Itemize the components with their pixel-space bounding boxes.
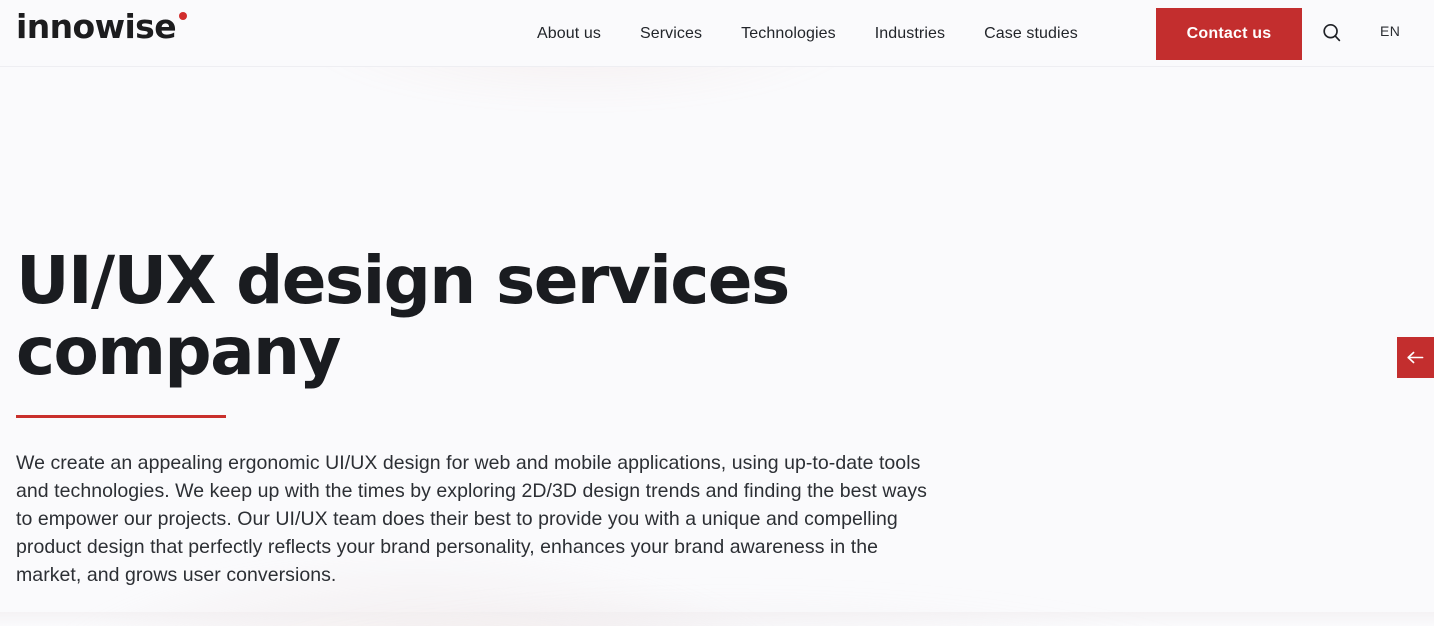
- logo-dot-icon: [179, 12, 187, 20]
- nav-item-industries[interactable]: Industries: [875, 19, 945, 49]
- nav-item-technologies[interactable]: Technologies: [741, 19, 836, 49]
- arrow-left-icon: [1407, 351, 1424, 364]
- main-navigation: About us Services Technologies Industrie…: [537, 0, 1078, 67]
- language-selector[interactable]: EN: [1378, 19, 1402, 43]
- background-blob-bottom-secondary: [180, 588, 1280, 626]
- logo-wordmark: innowise: [16, 7, 177, 46]
- nav-item-case-studies[interactable]: Case studies: [984, 19, 1078, 49]
- side-panel-toggle-button[interactable]: [1397, 337, 1434, 378]
- background-bottom-band: [0, 612, 1434, 626]
- nav-item-about-us[interactable]: About us: [537, 19, 601, 49]
- logo-innowise[interactable]: innowise: [16, 7, 187, 46]
- title-divider: [16, 415, 226, 418]
- contact-us-button[interactable]: Contact us: [1156, 8, 1302, 60]
- site-header: innowise About us Services Technologies …: [0, 0, 1434, 67]
- page-title: UI/UX design services company: [16, 242, 790, 391]
- search-icon: [1323, 23, 1341, 42]
- search-button[interactable]: [1316, 17, 1348, 49]
- nav-item-services[interactable]: Services: [640, 19, 702, 49]
- hero-description: We create an appealing ergonomic UI/UX d…: [16, 452, 927, 586]
